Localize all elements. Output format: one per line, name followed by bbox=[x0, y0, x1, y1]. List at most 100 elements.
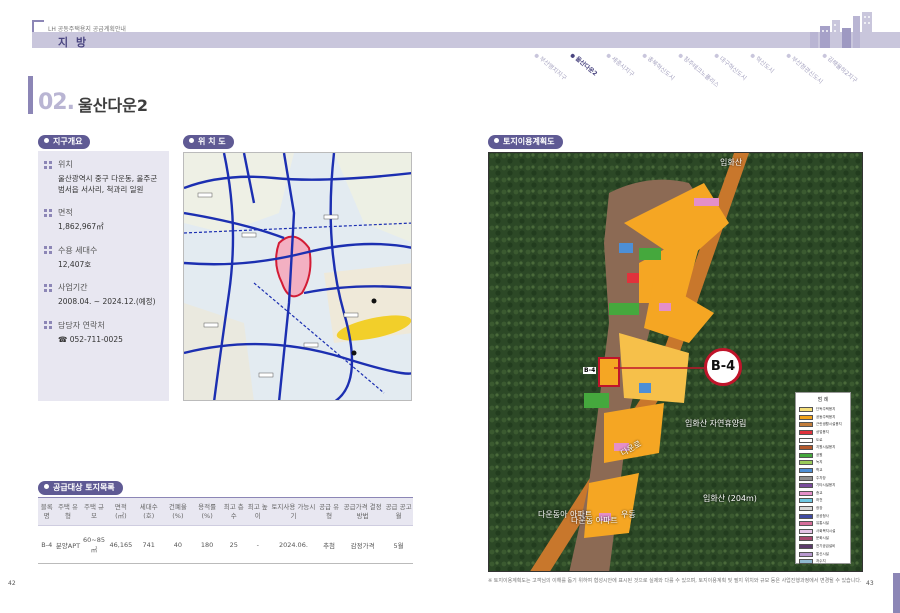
legend-label: 문화시설 bbox=[816, 536, 829, 541]
grid-bullet-icon bbox=[44, 208, 52, 217]
table-header-cell: 용적률 (%) bbox=[192, 497, 222, 526]
legend-label: 기타시설용지 bbox=[816, 483, 836, 488]
legend-item: 광장 bbox=[799, 505, 847, 513]
table-cell: 46,165 bbox=[107, 525, 135, 564]
legend-item: 학교 bbox=[799, 467, 847, 475]
table-header-cell: 주택 유형 bbox=[55, 497, 81, 526]
legend-label: 전기공급설비 bbox=[816, 543, 836, 548]
table-cell: - bbox=[245, 525, 270, 564]
legend-item: 공공청사 bbox=[799, 512, 847, 520]
legend-item: 근린생활시설용지 bbox=[799, 421, 847, 429]
legend-label: 공동주택용지 bbox=[816, 414, 836, 419]
legend-label: 지원시설용지 bbox=[816, 445, 836, 450]
map-footnote: ※ 토지이용계획도는 고객님의 이해를 돕기 위하여 협성시안에 표시된 것으로… bbox=[488, 578, 862, 584]
legend-rows: 단독주택용지 공동주택용지근린생활시설용지 상업용지 도로 지원시설용지공원녹지학교주차… bbox=[799, 406, 847, 565]
tab-7[interactable]: 부산정관신도시 bbox=[785, 50, 825, 86]
table-header-cell: 공급가격 결정방법 bbox=[341, 497, 385, 526]
table-header-cell: 공급 공고월 bbox=[384, 497, 413, 526]
grid-bullet-icon bbox=[44, 321, 52, 329]
legend-item: 단독주택용지 bbox=[799, 406, 847, 414]
tab-3[interactable]: 충북혁신도시 bbox=[641, 50, 677, 82]
legend-item: 공원 bbox=[799, 452, 847, 460]
legend-label: 주차장 bbox=[816, 475, 826, 480]
map-label-peak-forest: 입화산 자연휴양림 bbox=[685, 419, 747, 428]
table-row: B-4 분양APT 60~85㎡ 46,165 741 40 180 25-2024.06. 추… bbox=[38, 525, 413, 564]
legend-swatch bbox=[799, 543, 813, 549]
legend-swatch bbox=[799, 490, 813, 496]
legend-label: 광장 bbox=[816, 506, 823, 511]
legend-label: 녹지 bbox=[816, 460, 823, 465]
tab-1[interactable]: 울산다운2 bbox=[569, 50, 600, 78]
grid-bullet-icon bbox=[44, 160, 52, 169]
page-number-right: 43 bbox=[866, 580, 874, 587]
table-header-cell: 면적 (㎡) bbox=[107, 497, 135, 526]
legend-label: 상업용지 bbox=[816, 430, 829, 435]
supply-table-heading: 공급대상 토지목록 bbox=[38, 481, 123, 495]
legend-item: 기타시설용지 bbox=[799, 482, 847, 490]
tab-8[interactable]: 김해율하2지구 bbox=[821, 50, 860, 85]
overview-value: 1,862,967㎡ bbox=[58, 222, 104, 231]
table-cell: 25 bbox=[221, 525, 246, 564]
parcel-label: B-4 bbox=[583, 367, 597, 374]
overview-label: 사업기간 bbox=[58, 283, 88, 292]
overview-heading: 지구개요 bbox=[38, 135, 91, 149]
overview-panel: 위치 울산광역시 중구 다운동, 울주군 범서읍 서사리, 척과리 일원 면적 … bbox=[38, 151, 169, 401]
legend-swatch bbox=[799, 414, 813, 420]
legend-item: 저수지 bbox=[799, 558, 847, 566]
map-legend: 범 례 단독주택용지 공동주택용지 근린생활시설용지 상업용지 도로 지원시설용지 공원 녹지… bbox=[795, 392, 851, 565]
supply-table: 블록명 주택 유형 주택 규모 면적 (㎡) 세대수 (호) 건폐율 (%) 용적률 (%)… bbox=[38, 497, 413, 564]
block-badge: B-4 bbox=[704, 348, 742, 386]
legend-item: 사회복지시설 bbox=[799, 528, 847, 536]
legend-item: 녹지 bbox=[799, 459, 847, 467]
table-header-cell: 블록명 bbox=[38, 497, 56, 526]
overview-value: 12,407호 bbox=[58, 259, 92, 269]
legend-swatch bbox=[799, 551, 813, 557]
region-tabs: 부산명지지구 울산다운2 세종시지구 충북혁신도시 청주테크노폴리스 대구혁신도… bbox=[533, 50, 865, 89]
land-use-map-heading: 토지이용계획도 bbox=[488, 135, 563, 149]
tab-6[interactable]: 혁신도시 bbox=[749, 50, 776, 75]
legend-label: 통신시설 bbox=[816, 551, 829, 556]
legend-item: 상업용지 bbox=[799, 429, 847, 437]
legend-swatch bbox=[799, 460, 813, 466]
legend-swatch bbox=[799, 452, 813, 458]
legend-label: 공원 bbox=[816, 452, 823, 457]
legend-item: 유통시설 bbox=[799, 520, 847, 528]
legend-item: 공동주택용지 bbox=[799, 414, 847, 422]
table-header-row: 블록명 주택 유형 주택 규모 면적 (㎡) 세대수 (호) 건폐율 (%) 용적률 (%)… bbox=[38, 497, 413, 526]
overview-item-contact: 담당자 연락처 ☎ 052-711-0025 bbox=[44, 320, 163, 346]
table-header-cell: 세대수 (호) bbox=[134, 497, 164, 526]
legend-swatch bbox=[799, 483, 813, 489]
side-tab bbox=[893, 573, 900, 613]
grid-bullet-icon bbox=[44, 246, 52, 254]
legend-item: 통신시설 bbox=[799, 550, 847, 558]
overview-value: ☎ 052-711-0025 bbox=[58, 334, 123, 344]
overview-label: 면적 bbox=[58, 208, 73, 217]
legend-item: 하천 bbox=[799, 497, 847, 505]
legend-label: 학교 bbox=[816, 468, 823, 473]
tab-2[interactable]: 세종시지구 bbox=[605, 50, 637, 78]
legend-item: 종교 bbox=[799, 490, 847, 498]
table-cell: 추첨 bbox=[317, 525, 342, 564]
tab-0[interactable]: 부산명지지구 bbox=[533, 50, 569, 82]
legend-label: 유통시설 bbox=[816, 521, 829, 526]
legend-item: 문화시설 bbox=[799, 535, 847, 543]
table-header-cell: 최고 층수 bbox=[221, 497, 246, 526]
overview-item-period: 사업기간 2008.04. ~ 2024.12.(예정) bbox=[44, 282, 163, 308]
table-header-cell: 주택 규모 bbox=[80, 497, 108, 526]
overview-label: 담당자 연락처 bbox=[58, 320, 105, 330]
buildings-decoration-icon bbox=[810, 12, 872, 48]
table-header-cell: 공급 유형 bbox=[317, 497, 342, 526]
legend-item: 지원시설용지 bbox=[799, 444, 847, 452]
legend-item: 도로 bbox=[799, 436, 847, 444]
overview-label: 위치 bbox=[58, 160, 73, 169]
location-map bbox=[183, 152, 412, 401]
legend-swatch bbox=[799, 475, 813, 481]
legend-swatch bbox=[799, 422, 813, 428]
legend-label: 공공청사 bbox=[816, 513, 829, 518]
table-cell: 2024.06. bbox=[269, 525, 318, 564]
map-label-dong: 우동 bbox=[621, 510, 636, 519]
legend-label: 저수지 bbox=[816, 559, 826, 564]
legend-swatch bbox=[799, 536, 813, 542]
section-title: 울산다운2 bbox=[78, 96, 149, 115]
tab-5[interactable]: 대구혁신도시 bbox=[713, 50, 749, 82]
